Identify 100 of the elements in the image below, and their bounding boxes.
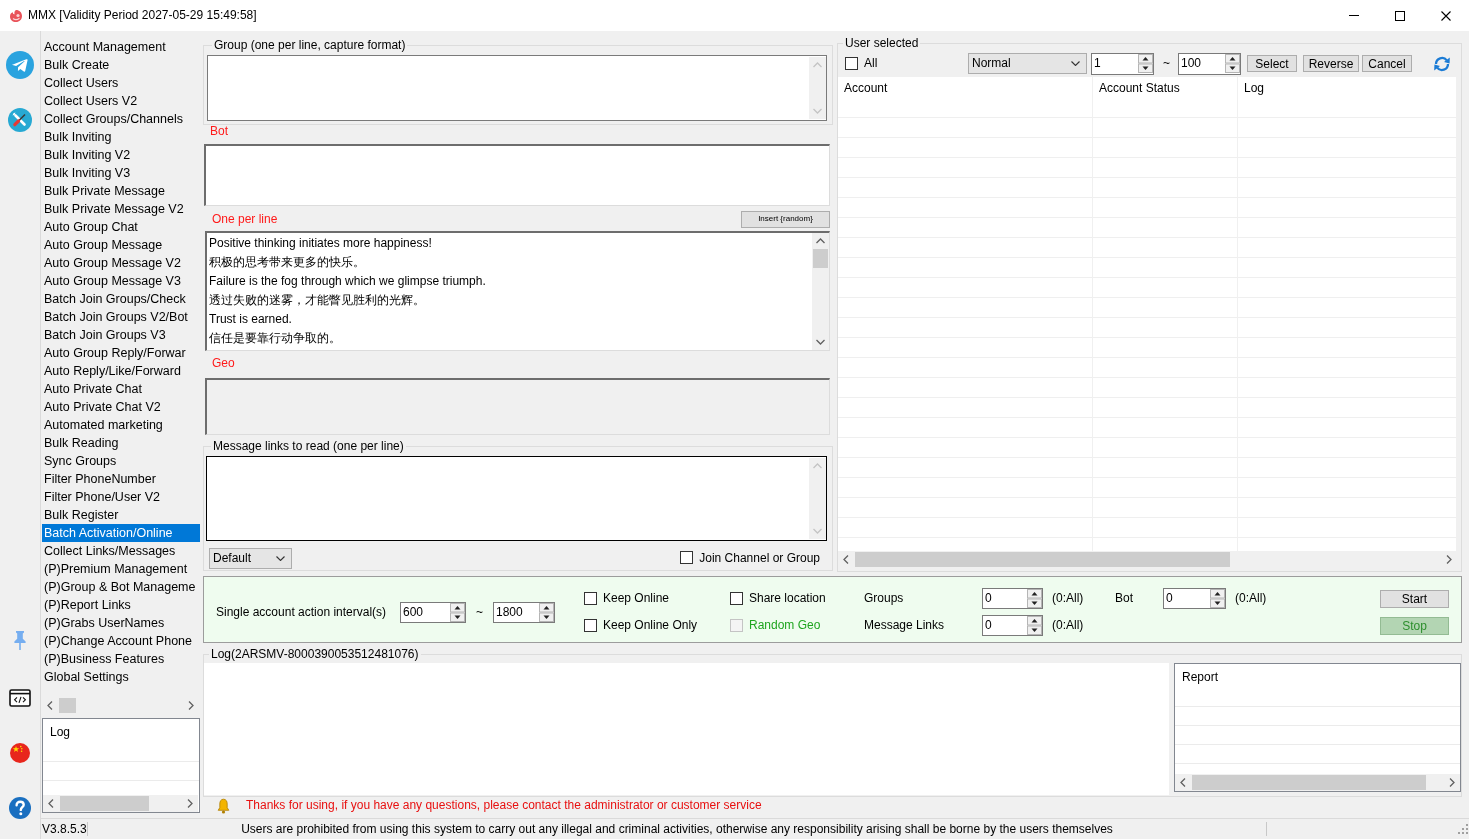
text-line: Failure is the fog through which we glimpse triumph. (209, 273, 486, 290)
links-textarea[interactable] (206, 456, 827, 541)
action-button[interactable]: Reverse (1303, 55, 1359, 72)
field-label: Bot (210, 124, 228, 138)
checkbox[interactable] (584, 592, 597, 605)
menu-item[interactable]: Auto Reply/Like/Forward (42, 362, 200, 380)
menu-item[interactable]: Filter PhoneNumber (42, 470, 200, 488)
menu-item[interactable]: (P)Change Account Phone (42, 632, 200, 650)
menu-item[interactable]: Filter Phone/User V2 (42, 488, 200, 506)
list-header: Log (49, 724, 72, 741)
dropdown[interactable]: Default (209, 547, 292, 569)
version-text: V3.8.5.3 (41, 821, 87, 837)
spin-arrows-icon[interactable] (539, 602, 554, 622)
text-line: Trust is earned. (209, 311, 292, 328)
menu-item[interactable]: Collect Links/Messages (42, 542, 200, 560)
number-field[interactable]: 1 (1091, 52, 1154, 75)
number-field[interactable]: 0 (982, 615, 1043, 636)
menu-item[interactable]: Bulk Private Message (42, 182, 200, 200)
flag-icon[interactable] (10, 743, 30, 763)
menu-item[interactable]: Collect Groups/Channels (42, 110, 200, 128)
window-title: MMX [Validity Period 2027-05-29 15:49:58] (28, 8, 257, 23)
menu-item[interactable]: Collect Users (42, 74, 200, 92)
action-button[interactable]: Cancel (1362, 55, 1412, 72)
resize-grip-icon[interactable] (1457, 823, 1469, 835)
refresh-icon[interactable] (1433, 54, 1451, 73)
checkbox-label[interactable]: Keep Online Only (603, 618, 698, 633)
notice-text: Thanks for using, if you have any questions, please contact the administrator or customer service (246, 798, 762, 813)
maximize-icon[interactable] (1395, 10, 1405, 21)
menu-item[interactable]: Auto Group Message V3 (42, 272, 200, 290)
menu-item[interactable]: (P)Grabs UserNames (42, 614, 200, 632)
menu-item[interactable]: Bulk Inviting V3 (42, 164, 200, 182)
dropdown[interactable]: Normal (968, 53, 1087, 74)
group-textarea[interactable] (207, 55, 827, 121)
menu-item[interactable]: Batch Activation/Online (42, 524, 200, 542)
message-textarea[interactable]: Positive thinking initiates more happiness! 积极的思考带来更多的快乐。 Failure is the fog through which we glimpse triumph. 透过失败的迷雾，才能瞥见胜利的光辉。 Trust is earned. 信任是要靠行动争取的。 (205, 231, 830, 351)
action-button[interactable]: Start (1380, 589, 1449, 608)
number-field[interactable]: 100 (1178, 52, 1241, 75)
checkbox[interactable] (680, 551, 694, 565)
code-window-icon[interactable] (9, 689, 31, 707)
menu-item[interactable]: (P)Group & Bot Manageme (42, 578, 200, 596)
caret-icon[interactable] (276, 555, 285, 561)
checkbox[interactable] (845, 57, 858, 70)
vertical-scrollbar[interactable] (809, 458, 826, 539)
tools-icon[interactable] (8, 108, 32, 132)
menu-item[interactable]: Auto Private Chat (42, 380, 200, 398)
menu-item[interactable]: Bulk Create (42, 56, 200, 74)
column-header[interactable]: Log (1238, 77, 1457, 98)
spin-arrows-icon[interactable] (1210, 589, 1225, 608)
number-field[interactable]: 0 (982, 588, 1043, 609)
spin-arrows-icon[interactable] (1027, 589, 1042, 608)
menu-item[interactable]: Bulk Inviting V2 (42, 146, 200, 164)
horizontal-scrollbar[interactable] (43, 795, 198, 812)
menu-item[interactable]: Auto Group Reply/Forwar (42, 344, 200, 362)
vertical-scrollbar[interactable] (812, 233, 829, 350)
spin-arrows-icon[interactable] (1225, 54, 1240, 73)
column-header[interactable]: Account (838, 77, 1093, 98)
menu-item[interactable]: Auto Private Chat V2 (42, 398, 200, 416)
checkbox-label[interactable]: Keep Online (603, 591, 670, 606)
menu-item[interactable]: Sync Groups (42, 452, 200, 470)
menu-item[interactable]: Automated marketing (42, 416, 200, 434)
checkbox[interactable] (584, 619, 597, 632)
text-line: 积极的思考带来更多的快乐。 (209, 254, 365, 271)
menu-item[interactable]: Batch Join Groups V2/Bot (42, 308, 200, 326)
menu-item[interactable]: Bulk Private Message V2 (42, 200, 200, 218)
close-icon[interactable] (1441, 10, 1451, 21)
menu-item[interactable]: Bulk Reading (42, 434, 200, 452)
column-header[interactable]: Account Status (1093, 77, 1238, 98)
number-field[interactable]: 1800 (493, 601, 555, 623)
caret-icon[interactable] (1071, 61, 1080, 66)
paper-plane-icon[interactable] (6, 51, 34, 79)
checkbox-label[interactable]: Share location (749, 591, 826, 606)
spin-arrows-icon[interactable] (1138, 54, 1153, 73)
help-icon[interactable] (9, 797, 31, 819)
menu-item[interactable]: Bulk Inviting (42, 128, 200, 146)
menu-item[interactable]: Bulk Register (42, 506, 200, 524)
checkbox[interactable] (730, 592, 743, 605)
horizontal-scrollbar[interactable] (1175, 774, 1460, 791)
menu-item[interactable]: Collect Users V2 (42, 92, 200, 110)
menu-item[interactable]: Batch Join Groups/Check (42, 290, 200, 308)
list-header: Report (1181, 669, 1220, 686)
vertical-scrollbar[interactable] (809, 57, 826, 119)
menu-item[interactable]: Auto Group Message V2 (42, 254, 200, 272)
menu-item[interactable]: (P)Report Links (42, 596, 200, 614)
bot-textarea[interactable] (204, 144, 830, 206)
number-field[interactable]: 600 (400, 601, 466, 623)
spin-arrows-icon[interactable] (450, 602, 465, 622)
insert-button[interactable]: Insert {random} (741, 210, 830, 228)
menu-item[interactable]: Auto Group Chat (42, 218, 200, 236)
menu-item[interactable]: (P)Business Features (42, 650, 200, 668)
checkbox-label[interactable]: Join Channel or Group (699, 550, 820, 566)
spin-arrows-icon[interactable] (1027, 616, 1042, 635)
menu-item[interactable]: Batch Join Groups V3 (42, 326, 200, 344)
number-field[interactable]: 0 (1163, 588, 1226, 609)
horizontal-scrollbar[interactable] (838, 551, 1457, 568)
checkbox-label[interactable]: All (864, 56, 878, 71)
menu-item[interactable]: Global Settings (42, 668, 200, 686)
action-button[interactable]: Select (1247, 55, 1297, 72)
menu-item[interactable]: (P)Premium Management (42, 560, 200, 578)
menu-item[interactable]: Account Management (42, 38, 200, 56)
menu-item[interactable]: Auto Group Message (42, 236, 200, 254)
